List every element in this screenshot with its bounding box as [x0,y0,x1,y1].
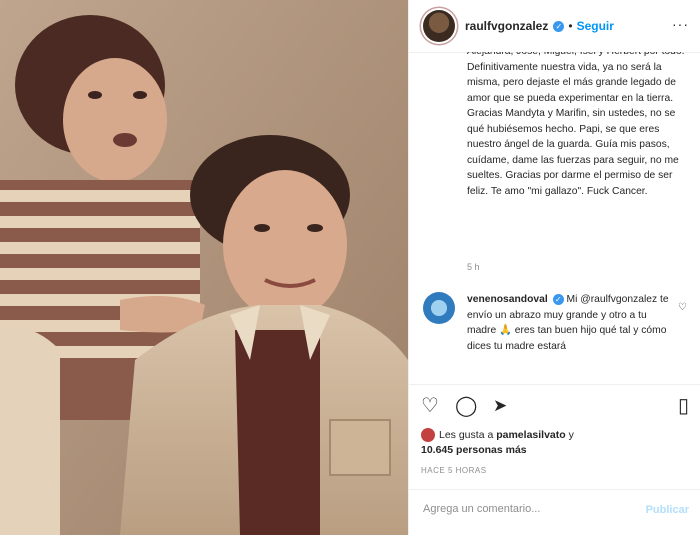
add-comment-bar: Publicar [409,489,700,536]
avatar[interactable] [423,10,455,42]
likes-middle: y [565,429,574,441]
more-options-icon[interactable]: ··· [672,16,689,32]
liker-avatar[interactable] [421,428,435,443]
bookmark-icon[interactable]: ▯ [678,395,689,417]
author-username[interactable]: raulfvgonzalez [465,19,548,33]
post-photo[interactable] [0,0,408,535]
heart-icon[interactable]: ♡ [421,395,439,417]
post-date: HACE 5 HORAS [421,466,487,475]
post-header: raulfvgonzalez ✓ • Seguir ··· [409,0,700,53]
comment-item: venenosandoval ✓ Mi @raulfvgonzalez te en… [423,292,695,384]
follow-button[interactable]: Seguir [577,19,614,33]
action-bar: ♡ ◯ ➤ ▯ [409,384,700,431]
comment-icon[interactable]: ◯ [455,395,477,417]
comment-body: venenosandoval ✓ Mi @raulfvgonzalez te en… [467,292,677,354]
share-icon[interactable]: ➤ [493,395,507,417]
vintage-family-photo-icon [0,0,408,535]
comment-avatar[interactable] [423,292,455,324]
comment-input[interactable] [421,502,625,516]
likes-count[interactable]: 10.645 personas más [421,444,527,456]
caption-timestamp: 5 h [467,262,480,272]
separator-dot: • [568,19,573,33]
post-side-panel: raulfvgonzalez ✓ • Seguir ··· Alejandra,… [408,0,700,535]
caption-text: Alejandra, José, Miguel, Isel y Herbert … [467,52,685,197]
comment-username[interactable]: venenosandoval [467,294,548,305]
post-caption: Alejandra, José, Miguel, Isel y Herbert … [467,52,687,274]
likes-prefix: Les gusta a [439,429,497,441]
liker-username[interactable]: pamelasilvato [496,429,565,441]
comment-like-icon[interactable]: ♡ [678,302,687,313]
likes-summary: Les gusta a pamelasilvato y 10.645 perso… [421,428,691,458]
publish-button[interactable]: Publicar [646,504,689,516]
comment-verified-badge-icon: ✓ [552,293,564,305]
verified-badge-icon: ✓ [553,20,565,32]
